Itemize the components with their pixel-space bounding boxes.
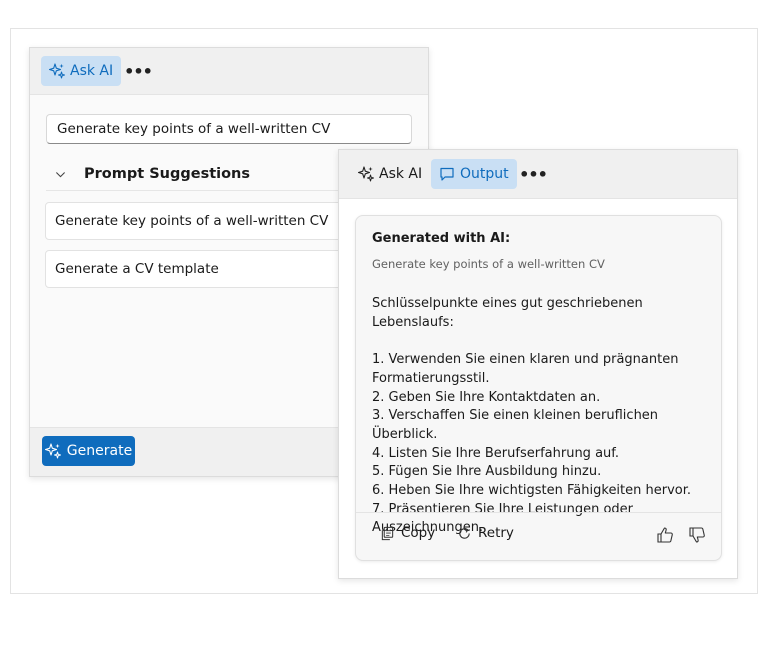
prompt-toolbar: Ask AI ••• — [30, 48, 428, 95]
prompt-suggestions-title: Prompt Suggestions — [84, 166, 251, 182]
sparkle-icon — [44, 443, 61, 459]
prompt-input-value: Generate key points of a well-written CV — [57, 121, 331, 137]
output-prompt: Generate key points of a well-written CV — [372, 257, 605, 271]
output-text: Schlüsselpunkte eines gut geschriebenen … — [372, 295, 712, 538]
thumbs-down-icon — [689, 527, 705, 543]
output-point: 6. Heben Sie Ihre wichtigsten Fähigkeite… — [372, 483, 692, 499]
generate-button[interactable]: Generate — [42, 436, 135, 466]
prompt-input[interactable]: Generate key points of a well-written CV — [46, 114, 412, 144]
output-point: 1. Verwenden Sie einen klaren und prägna… — [372, 352, 679, 386]
suggestion-label: Generate a CV template — [55, 261, 219, 277]
retry-label: Retry — [478, 525, 514, 541]
ask-ai-tab[interactable]: Ask AI — [41, 56, 122, 86]
chat-icon — [440, 167, 454, 181]
output-tab[interactable]: Output — [431, 159, 517, 189]
sparkle-icon — [49, 63, 65, 79]
refresh-icon — [459, 527, 470, 539]
ask-ai-label: Ask AI — [70, 63, 114, 79]
output-toolbar: Ask AI Output ••• — [339, 150, 737, 199]
output-point: 4. Listen Sie Ihre Berufserfahrung auf. — [372, 445, 620, 461]
output-title: Generated with AI: — [372, 231, 511, 246]
ai-output-panel: Ask AI Output ••• Generated with AI: Gen… — [338, 149, 738, 579]
output-point: 5. Fügen Sie Ihre Ausbildung hinzu. — [372, 464, 602, 480]
thumbs-down-button[interactable] — [686, 524, 708, 546]
thumbs-up-button[interactable] — [654, 524, 676, 546]
chevron-down-icon — [46, 169, 74, 180]
more-icon: ••• — [124, 61, 153, 81]
more-options-button[interactable]: ••• — [124, 56, 153, 86]
copy-button[interactable]: Copy — [380, 525, 435, 541]
output-actions: Copy Retry — [356, 512, 721, 561]
generate-label: Generate — [66, 443, 133, 459]
output-intro: Schlüsselpunkte eines gut geschriebenen … — [372, 296, 643, 330]
output-point: 3. Verschaffen Sie einen kleinen berufli… — [372, 408, 659, 442]
output-label: Output — [460, 166, 509, 182]
more-options-button[interactable]: ••• — [519, 159, 548, 189]
output-card: Generated with AI: Generate key points o… — [355, 215, 722, 561]
thumbs-up-icon — [657, 527, 673, 543]
more-icon: ••• — [519, 164, 548, 184]
copy-icon — [381, 526, 394, 540]
retry-button[interactable]: Retry — [457, 525, 514, 541]
copy-label: Copy — [401, 525, 436, 541]
output-point: 2. Geben Sie Ihre Kontaktdaten an. — [372, 389, 601, 405]
ask-ai-label: Ask AI — [379, 166, 423, 182]
suggestion-label: Generate key points of a well-written CV — [55, 213, 329, 229]
ask-ai-tab[interactable]: Ask AI — [350, 159, 430, 189]
sparkle-icon — [358, 166, 374, 182]
